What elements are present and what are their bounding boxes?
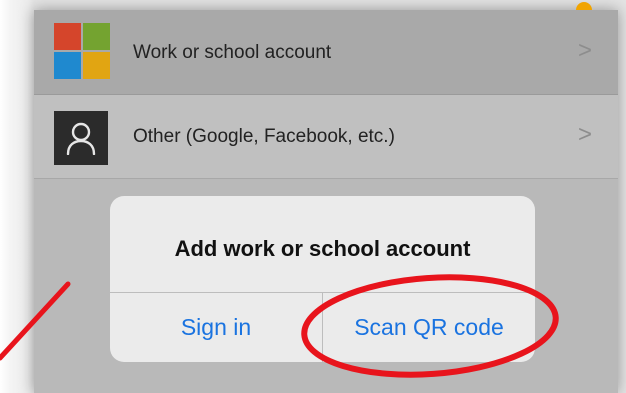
logo-blue-square bbox=[54, 52, 81, 79]
account-option-other[interactable]: Other (Google, Facebook, etc.) > bbox=[34, 95, 618, 179]
logo-yellow-square bbox=[83, 52, 110, 79]
account-option-label: Work or school account bbox=[133, 42, 332, 63]
dialog-title: Add work or school account bbox=[174, 236, 471, 261]
person-icon bbox=[54, 111, 108, 165]
logo-red-square bbox=[54, 23, 81, 50]
logo-green-square bbox=[83, 23, 110, 50]
account-option-label: Other (Google, Facebook, etc.) bbox=[133, 126, 395, 147]
orange-corner-dot bbox=[576, 2, 592, 10]
phone-screen: Work or school account > Other (Google, … bbox=[34, 10, 618, 393]
add-account-dialog: Add work or school account Sign in Scan … bbox=[110, 196, 535, 362]
microsoft-logo-icon bbox=[54, 23, 110, 79]
scan-qr-code-button[interactable]: Scan QR code bbox=[323, 293, 535, 362]
chevron-right-icon: > bbox=[577, 121, 592, 148]
account-option-work-school[interactable]: Work or school account > bbox=[34, 10, 618, 95]
chevron-right-icon: > bbox=[577, 37, 592, 64]
person-glyph bbox=[66, 122, 96, 155]
screenshot-canvas: Work or school account > Other (Google, … bbox=[0, 0, 626, 393]
sign-in-button[interactable]: Sign in bbox=[110, 293, 322, 362]
